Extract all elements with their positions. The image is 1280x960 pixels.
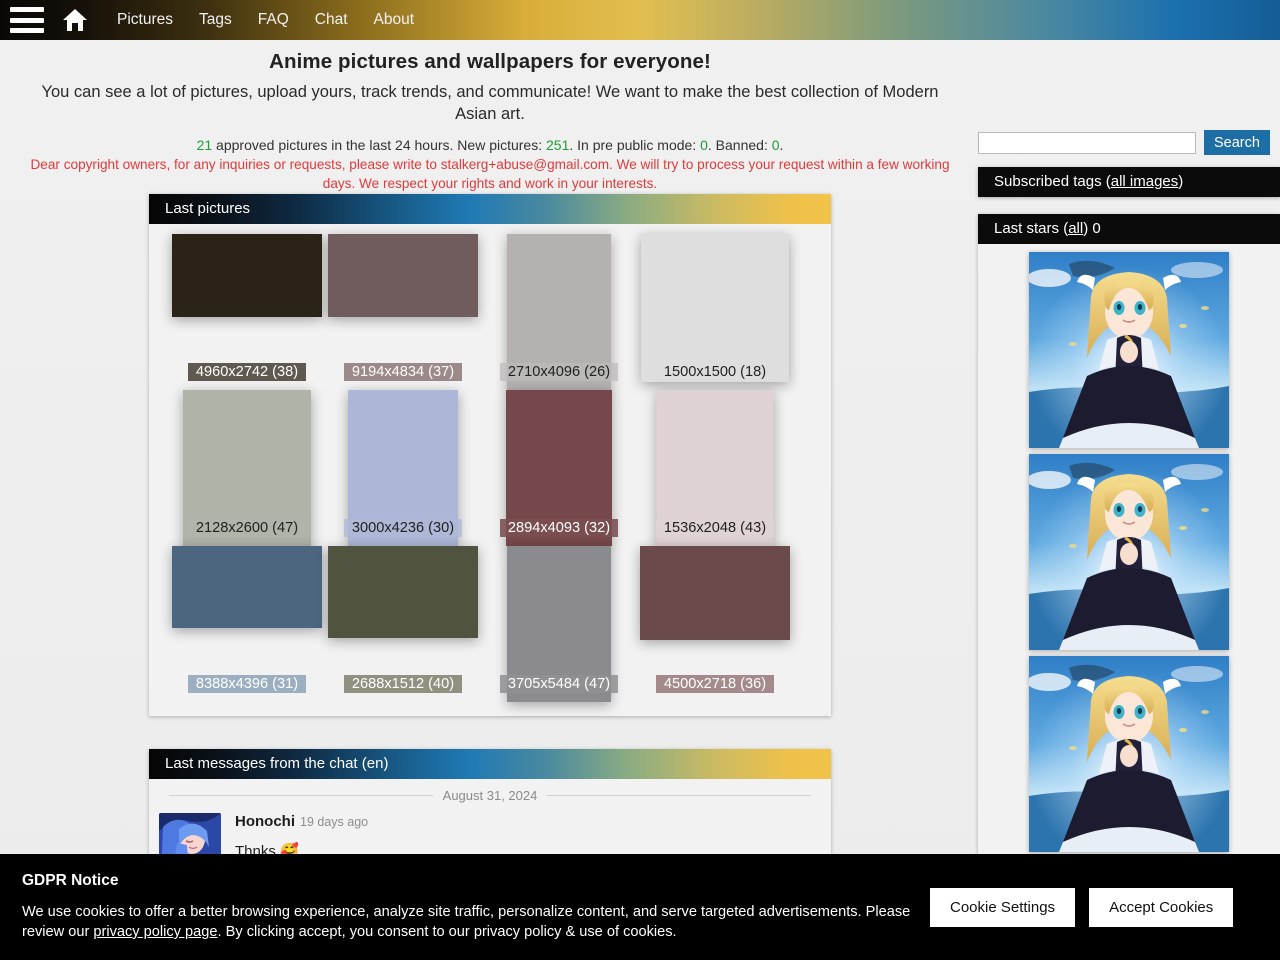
subscribed-tags-title: Subscribed tags ( [994,173,1111,190]
accept-cookies-button[interactable]: Accept Cookies [1089,887,1234,927]
chat-username[interactable]: Honochi 19 days ago [235,813,811,830]
picture-thumbnail[interactable]: 4500x2718 (36) [637,546,793,702]
nav-link-faq[interactable]: FAQ [245,0,302,40]
all-stars-link[interactable]: all [1068,220,1083,237]
home-icon[interactable] [60,6,90,34]
chat-date-separator: August 31, 2024 [149,779,831,807]
picture-thumbnail[interactable]: 9194x4834 (37) [325,234,481,390]
hamburger-bar [10,7,44,12]
picture-thumbnail-image [640,546,790,640]
picture-resolution-label: 9194x4834 (37) [325,360,481,384]
picture-thumbnail[interactable]: 3000x4236 (30) [325,390,481,546]
all-images-link[interactable]: all images [1111,173,1179,190]
gdpr-title: GDPR Notice [22,872,119,889]
cookie-settings-button[interactable]: Cookie Settings [930,887,1076,927]
picture-thumbnail[interactable]: 3705x5484 (47) [481,546,637,702]
search-button[interactable]: Search [1204,130,1270,155]
picture-resolution-label: 2128x2600 (47) [169,516,325,540]
picture-thumbnail[interactable]: 1500x1500 (18) [637,234,793,390]
stat-prepublic-count: 0 [700,137,708,153]
last-star-thumbnail[interactable] [1029,454,1229,650]
picture-resolution-label: 2894x4093 (32) [481,516,637,540]
picture-resolution-label: 4500x2718 (36) [637,672,793,696]
last-star-thumbnail[interactable] [1029,656,1229,852]
picture-resolution-label: 1536x2048 (43) [637,516,793,540]
last-stars-title-end: ) 0 [1083,220,1101,237]
picture-thumbnail-image [328,234,478,317]
hamburger-bar [10,17,44,23]
picture-resolution-label: 2710x4096 (26) [481,360,637,384]
gdpr-buttons: Cookie Settings Accept Cookies [930,887,1234,927]
copyright-notice: Dear copyright owners, for any inquiries… [30,157,950,191]
picture-resolution-label: 8388x4396 (31) [169,672,325,696]
picture-thumbnail[interactable]: 8388x4396 (31) [169,546,325,702]
picture-grid-row: 4960x2742 (38) 9194x4834 (37) 2710x4096 (2… [169,234,811,390]
picture-thumbnail[interactable]: 1536x2048 (43) [637,390,793,546]
gdpr-banner: GDPR Notice We use cookies to offer a be… [0,854,1280,960]
stat-banned-text: . Banned: [707,137,772,153]
stat-prepublic-text: . In pre public mode: [569,137,701,153]
nav-link-tags[interactable]: Tags [186,0,245,40]
picture-thumbnail-image [328,546,478,638]
last-stars-header: Last stars (all) 0 [978,214,1280,244]
subscribed-tags-panel: Subscribed tags (all images) [978,167,1280,197]
picture-resolution-label: 4960x2742 (38) [169,360,325,384]
subscribed-tags-title-end: ) [1178,173,1184,190]
stat-banned-count: 0 [771,137,780,153]
picture-thumbnail[interactable]: 2710x4096 (26) [481,234,637,390]
picture-thumbnail[interactable]: 2894x4093 (32) [481,390,637,546]
gdpr-text-block: GDPR Notice We use cookies to offer a be… [0,872,920,942]
nav-links: Pictures Tags FAQ Chat About [104,0,427,40]
chat-timestamp: 19 days ago [300,815,369,829]
site-statistics: 21 approved pictures in the last 24 hour… [0,137,980,153]
privacy-policy-link[interactable]: privacy policy page [93,924,217,940]
hamburger-menu-icon[interactable] [10,7,44,33]
picture-grid-row: 2128x2600 (47) 3000x4236 (30) 2894x4093 (3… [169,390,811,546]
picture-grid-row: 8388x4396 (31) 2688x1512 (40) 3705x5484 (4… [169,546,811,702]
nav-link-about[interactable]: About [361,0,428,40]
page-title: Anime pictures and wallpapers for everyo… [269,50,711,73]
picture-resolution-label: 2688x1512 (40) [325,672,481,696]
last-stars-list [978,244,1280,852]
picture-thumbnail[interactable]: 4960x2742 (38) [169,234,325,390]
page-body: Anime pictures and wallpapers for everyo… [0,40,1280,960]
last-stars-title: Last stars ( [994,220,1069,237]
hero-section: Anime pictures and wallpapers for everyo… [0,40,980,193]
stat-period: . [779,137,784,153]
stat-new-pictures: 251 [546,137,570,153]
last-pictures-header: Last pictures [149,194,831,224]
top-navigation-bar: Pictures Tags FAQ Chat About [0,0,1280,40]
chat-header: Last messages from the chat (en) [149,749,831,779]
picture-thumbnail-image [172,546,322,628]
nav-link-pictures[interactable]: Pictures [104,0,186,40]
picture-thumbnail-image [172,234,322,317]
last-star-thumbnail[interactable] [1029,252,1229,448]
gdpr-body-after: . By clicking accept, you consent to our… [217,924,677,940]
picture-resolution-label: 3705x5484 (47) [481,672,637,696]
stat-approved-count: 21 [196,137,213,153]
last-pictures-panel: Last pictures 4960x2742 (38) 9194x4834 (3… [149,194,831,716]
picture-thumbnail[interactable]: 2688x1512 (40) [325,546,481,702]
picture-resolution-label: 3000x4236 (30) [325,516,481,540]
gdpr-body: We use cookies to offer a better browsin… [22,902,920,942]
nav-link-chat[interactable]: Chat [302,0,361,40]
hero-lead-text: You can see a lot of pictures, upload yo… [41,83,939,123]
hamburger-bar [10,28,44,33]
picture-thumbnail[interactable]: 2128x2600 (47) [169,390,325,546]
picture-grid: 4960x2742 (38) 9194x4834 (37) 2710x4096 (2… [149,224,831,716]
search-input[interactable] [978,131,1196,154]
search-bar: Search [978,130,1280,155]
stat-approved-text: approved pictures in the last 24 hours. … [212,137,546,153]
last-stars-panel: Last stars (all) 0 [978,214,1280,884]
picture-resolution-label: 1500x1500 (18) [637,360,793,384]
subscribed-tags-header: Subscribed tags (all images) [978,167,1280,197]
